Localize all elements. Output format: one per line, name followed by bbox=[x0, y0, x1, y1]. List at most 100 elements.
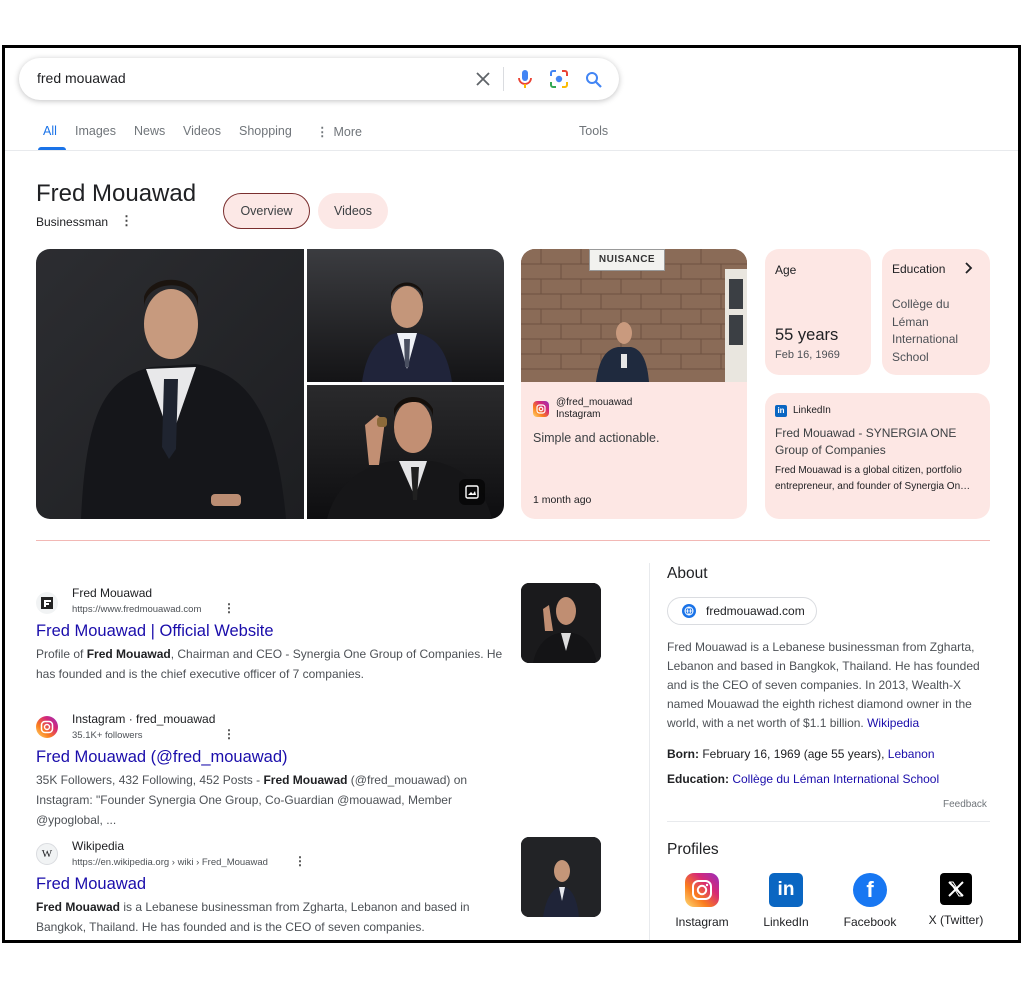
tab-news[interactable]: News bbox=[134, 124, 165, 138]
instagram-post-time: 1 month ago bbox=[533, 494, 592, 506]
profile-instagram[interactable]: Instagram bbox=[667, 873, 737, 929]
snippet-bold: Fred Mouawad bbox=[86, 647, 171, 661]
profile-label: Facebook bbox=[843, 915, 897, 929]
linkedin-title: Fred Mouawad - SYNERGIA ONE Group of Com… bbox=[775, 426, 957, 457]
linkedin-source: LinkedIn bbox=[793, 405, 831, 416]
entity-title: Fred Mouawad bbox=[36, 180, 197, 207]
result-thumbnail[interactable] bbox=[521, 837, 601, 917]
photo-2[interactable] bbox=[307, 249, 504, 382]
result-site-name: Fred Mouawad bbox=[72, 586, 153, 600]
chip-videos[interactable]: Videos bbox=[318, 193, 388, 229]
fact-born: Born: February 16, 1969 (age 55 years), … bbox=[667, 747, 935, 761]
profile-facebook[interactable]: f Facebook bbox=[835, 873, 905, 929]
header-divider bbox=[5, 150, 1018, 151]
instagram-icon bbox=[533, 401, 549, 417]
education-fact-label: Education: bbox=[667, 772, 729, 786]
profile-linkedin[interactable]: in LinkedIn bbox=[751, 873, 821, 929]
result-url[interactable]: https://en.wikipedia.org › wiki › Fred_M… bbox=[72, 857, 268, 868]
result-site-name: Wikipedia bbox=[72, 839, 125, 853]
fact-education: Education: Collège du Léman Internationa… bbox=[667, 772, 939, 786]
tab-more-label: More bbox=[333, 125, 362, 139]
result-snippet: Fred Mouawad is a Lebanese businessman f… bbox=[36, 897, 506, 937]
profiles-heading: Profiles bbox=[667, 841, 719, 858]
tab-tools[interactable]: Tools bbox=[579, 124, 608, 138]
search-result: W Wikipedia https://en.wikipedia.org › w… bbox=[36, 837, 506, 937]
instagram-icon bbox=[685, 873, 719, 907]
about-heading: About bbox=[667, 565, 708, 582]
clear-icon[interactable] bbox=[471, 67, 495, 91]
profile-label: Instagram bbox=[675, 915, 729, 929]
result-options-icon[interactable]: ⋮ bbox=[223, 601, 235, 615]
instagram-post-image: NUISANCE bbox=[521, 249, 747, 382]
about-text: Fred Mouawad is a Lebanese businessman f… bbox=[667, 640, 980, 730]
result-snippet: Profile of Fred Mouawad, Chairman and CE… bbox=[36, 644, 506, 684]
feedback-link[interactable]: Feedback bbox=[943, 799, 987, 810]
born-place-link[interactable]: Lebanon bbox=[888, 747, 935, 761]
x-twitter-icon bbox=[940, 873, 972, 905]
tab-all[interactable]: All bbox=[43, 124, 57, 138]
search-result: Instagram · fred_mouawad 35.1K+ follower… bbox=[36, 710, 506, 827]
age-value: 55 years bbox=[775, 326, 839, 344]
wikipedia-favicon: W bbox=[36, 843, 58, 865]
result-thumbnail[interactable] bbox=[521, 583, 601, 663]
website-chip[interactable]: fredmouawad.com bbox=[667, 597, 817, 625]
portrait-image bbox=[81, 279, 286, 519]
main-photo[interactable] bbox=[36, 249, 304, 519]
linkedin-snippet: Fred Mouawad is a global citizen, portfo… bbox=[775, 465, 971, 492]
born-value: February 16, 1969 (age 55 years), bbox=[699, 747, 888, 761]
snippet-bold: Fred Mouawad bbox=[263, 773, 348, 787]
age-card[interactable]: Age 55 years Feb 16, 1969 bbox=[765, 249, 871, 375]
microphone-icon[interactable] bbox=[513, 67, 537, 91]
chevron-right-icon bbox=[964, 261, 974, 279]
profile-label: LinkedIn bbox=[763, 915, 809, 929]
education-link[interactable]: Collège du Léman International School bbox=[732, 772, 939, 786]
profile-x-twitter[interactable]: X (Twitter) bbox=[919, 873, 993, 927]
about-divider bbox=[667, 821, 990, 822]
wikipedia-link[interactable]: Wikipedia bbox=[867, 716, 919, 730]
photo-3[interactable] bbox=[307, 385, 504, 519]
tab-videos[interactable]: Videos bbox=[183, 124, 221, 138]
birth-date: Feb 16, 1969 bbox=[775, 349, 840, 361]
more-options-icon[interactable]: ⋮ bbox=[120, 213, 133, 229]
lens-camera-icon[interactable] bbox=[547, 67, 571, 91]
fredmouawad-favicon bbox=[36, 592, 58, 614]
search-input[interactable]: fred mouawad bbox=[37, 70, 126, 86]
result-title-link[interactable]: Fred Mouawad bbox=[36, 875, 146, 894]
instagram-post-card[interactable]: NUISANCE @fred_mouawad Instagram Simple … bbox=[521, 249, 747, 519]
result-title-link[interactable]: Fred Mouawad (@fred_mouawad) bbox=[36, 748, 288, 767]
instagram-source: Instagram bbox=[556, 409, 601, 420]
education-value: Collège du Léman International School bbox=[892, 297, 959, 364]
entity-subtitle: Businessman bbox=[36, 215, 109, 229]
section-divider bbox=[36, 540, 990, 541]
search-icon[interactable] bbox=[581, 67, 605, 91]
tab-shopping[interactable]: Shopping bbox=[239, 124, 292, 138]
globe-icon bbox=[682, 604, 696, 618]
browser-frame: fred mouawad All Images News Videos Shop… bbox=[2, 45, 1021, 943]
instagram-handle: @fred_mouawad bbox=[556, 397, 633, 408]
result-options-icon[interactable]: ⋮ bbox=[223, 727, 235, 741]
snippet-part: Profile of bbox=[36, 647, 87, 661]
result-url[interactable]: https://www.fredmouawad.com bbox=[72, 604, 201, 615]
more-dots-icon: ⋮ bbox=[316, 125, 329, 139]
website-chip-label: fredmouawad.com bbox=[706, 604, 805, 618]
search-bar[interactable]: fred mouawad bbox=[19, 58, 619, 100]
instagram-post-text: Simple and actionable. bbox=[533, 431, 660, 445]
linkedin-icon: in bbox=[775, 405, 787, 417]
result-options-icon[interactable]: ⋮ bbox=[294, 854, 306, 868]
about-description: Fred Mouawad is a Lebanese businessman f… bbox=[667, 638, 992, 733]
education-card[interactable]: Education Collège du Léman International… bbox=[882, 249, 990, 375]
education-label: Education bbox=[892, 262, 946, 276]
search-result: Fred Mouawad https://www.fredmouawad.com… bbox=[36, 584, 506, 684]
result-title-link[interactable]: Fred Mouawad | Official Website bbox=[36, 622, 274, 641]
snippet-bold: Fred Mouawad bbox=[36, 900, 121, 914]
image-gallery-icon[interactable] bbox=[459, 479, 485, 505]
linkedin-card[interactable]: in LinkedIn Fred Mouawad - SYNERGIA ONE … bbox=[765, 393, 990, 519]
tab-images[interactable]: Images bbox=[75, 124, 116, 138]
result-followers: 35.1K+ followers bbox=[72, 730, 143, 741]
profile-label: X (Twitter) bbox=[928, 913, 984, 927]
tab-more[interactable]: ⋮ More bbox=[316, 124, 362, 139]
column-divider bbox=[649, 563, 650, 940]
chip-overview[interactable]: Overview bbox=[223, 193, 310, 229]
portrait-image bbox=[362, 282, 452, 382]
snippet-part: 35K Followers, 432 Following, 452 Posts … bbox=[36, 773, 264, 787]
